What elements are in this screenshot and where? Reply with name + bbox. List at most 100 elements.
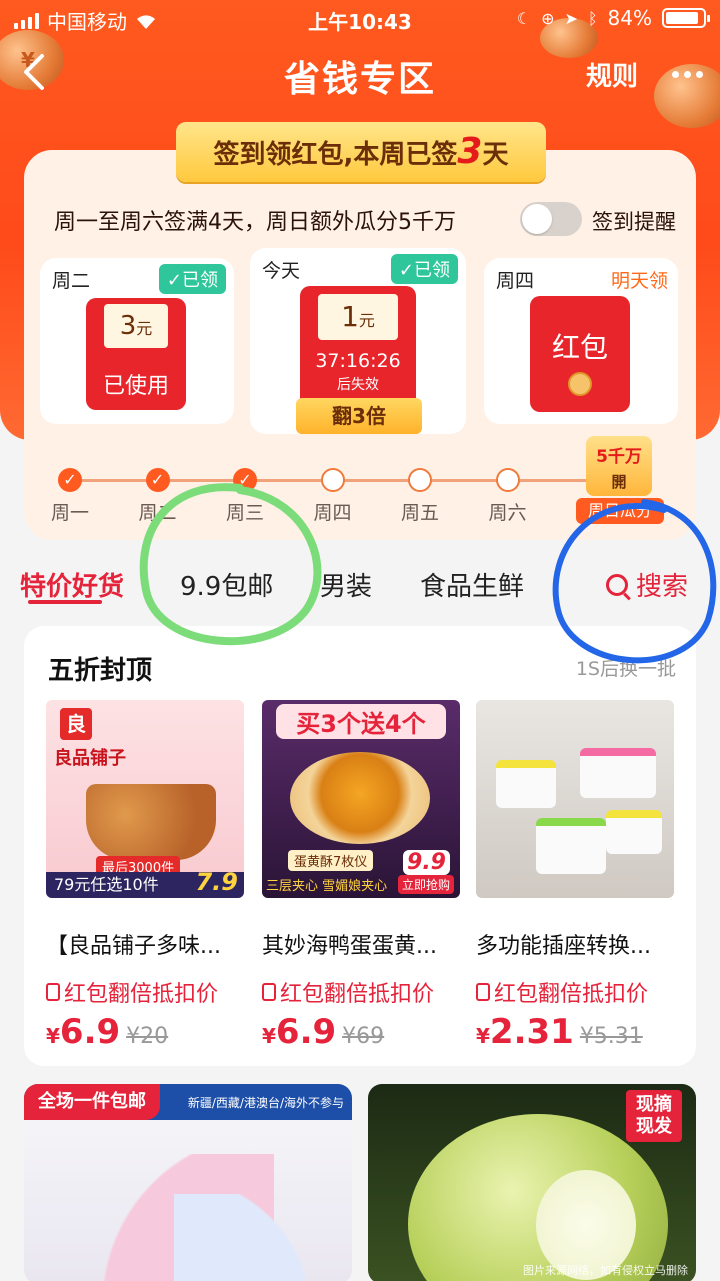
envelope-seal [568, 372, 592, 396]
triple-button[interactable]: 翻3倍 [296, 398, 422, 434]
tab-underline [28, 600, 102, 604]
promo-text: 红包翻倍抵扣价 [64, 982, 219, 1007]
amount: 3 [119, 311, 137, 341]
progress-day-label: 周六 [488, 502, 527, 524]
progress-day-label: 周三 [225, 502, 264, 524]
tab-free-shipping[interactable]: 9.9包邮 [180, 566, 273, 603]
tab-fresh-food[interactable]: 食品生鲜 [420, 566, 524, 603]
day-label: 今天 [262, 260, 301, 282]
price-line: ¥6.9 ¥20 [46, 1012, 244, 1052]
day-label: 周二 [52, 270, 91, 292]
search-button[interactable]: 搜索 [598, 566, 689, 603]
product-image [476, 700, 674, 898]
rotation-lock-icon: ⊕ [541, 8, 555, 28]
claimed-badge: ✓已领 [390, 254, 458, 284]
category-tabs: 特价好货 9.9包邮 男装 食品生鲜 搜索 [0, 548, 720, 618]
progress-day-label: 周五 [400, 502, 439, 524]
products-panel: 五折封顶 1S后换一批 良 良品铺子 最后3000件 79元任选10件 7.9 … [24, 626, 696, 1066]
img-headline: 买3个送4个 [276, 704, 446, 739]
product-price: 6.9 [59, 1012, 121, 1052]
tab-menswear[interactable]: 男装 [320, 566, 372, 603]
day-card-tuesday[interactable]: 周二 ✓已领 3元 已使用 [40, 258, 234, 424]
signin-banner: 签到领红包,本周已签3天 [160, 122, 562, 182]
signin-rule-text: 周一至周六签满4天，周日额外瓜分5千万 [54, 210, 456, 235]
countdown-suffix: 后失效 [337, 377, 379, 393]
search-label: 搜索 [636, 572, 689, 602]
banner-note: 新疆/西藏/港澳台/海外不参与 [187, 1096, 344, 1110]
reminder-toggle[interactable] [520, 202, 582, 236]
promo-text: 红包翻倍抵扣价 [494, 982, 649, 1007]
rules-link[interactable]: 规则 [586, 56, 638, 93]
offer-text: 79元任选10件 [54, 875, 159, 894]
refresh-hint[interactable]: 1S后换一批 [576, 654, 676, 681]
bonus-label: 周日瓜分 [576, 498, 664, 524]
coupon-icon [262, 983, 276, 1001]
promo-banner-pear[interactable]: 现摘现发 图片来源网络，如有侵权立马删除 [368, 1084, 696, 1281]
product-card[interactable]: 买3个送4个 蛋黄酥7枚仪 三层夹心 雪媚娘夹心 9.9 立即抢购 其妙海鸭蛋蛋… [262, 700, 460, 1052]
battery-icon [662, 8, 710, 28]
snack-bowl [86, 784, 216, 860]
banner-suffix: 天 [482, 140, 509, 170]
original-price: ¥69 [342, 1024, 385, 1049]
original-price: ¥20 [126, 1024, 169, 1049]
coupon-icon [476, 983, 490, 1001]
product-name: 其妙海鸭蛋蛋黄... [262, 934, 437, 959]
fan-graphic [174, 1194, 352, 1281]
img-price: 7.9 [195, 868, 238, 896]
promo-line: 红包翻倍抵扣价 [46, 976, 244, 1008]
brand-logo: 良 [60, 708, 92, 740]
tomorrow-label: 明天领 [610, 270, 668, 292]
progress-day-label: 周四 [313, 502, 352, 524]
amount-unit: 元 [358, 311, 375, 330]
banner-tag: 现摘现发 [626, 1090, 682, 1142]
search-icon [606, 573, 628, 596]
product-card[interactable]: 多功能插座转换... 红包翻倍抵扣价 ¥2.31 ¥5.31 [476, 700, 674, 1052]
product-price: 2.31 [489, 1012, 574, 1052]
promo-line: 红包翻倍抵扣价 [262, 976, 460, 1008]
socket-adapter [536, 818, 606, 874]
currency: ¥ [46, 1024, 60, 1048]
progress-dot: ✓ [233, 468, 257, 492]
brand-name: 良品铺子 [54, 748, 126, 769]
envelope-label: 红包 [551, 331, 608, 364]
progress-dot [495, 468, 520, 492]
socket-adapter [496, 760, 556, 808]
product-card[interactable]: 良 良品铺子 最后3000件 79元任选10件 7.9 【良品铺子多味... 红… [46, 700, 244, 1052]
moon-icon: ☾ [516, 8, 532, 28]
socket-adapter [606, 810, 662, 854]
currency: ¥ [476, 1024, 490, 1048]
more-icon[interactable] [664, 62, 710, 86]
red-envelope: 1元 37:16:26 后失效 [300, 286, 416, 416]
bluetooth-icon: ᛒ [587, 8, 598, 28]
mooncake [290, 752, 430, 844]
coupon-icon [46, 983, 60, 1001]
product-image: 良 良品铺子 最后3000件 79元任选10件 7.9 [46, 700, 244, 898]
product-image: 买3个送4个 蛋黄酥7枚仪 三层夹心 雪媚娘夹心 9.9 立即抢购 [262, 700, 460, 898]
battery-percent: 84% [607, 6, 652, 30]
price-line: ¥6.9 ¥69 [262, 1012, 460, 1052]
reminder-label: 签到提醒 [592, 210, 676, 234]
product-name: 【良品铺子多味... [46, 934, 221, 959]
claimed-badge: ✓已领 [158, 264, 226, 294]
promo-line: 红包翻倍抵扣价 [476, 976, 674, 1008]
bonus-amount: 5千万 [596, 447, 642, 467]
bonus-chest[interactable]: 5千万 開 [586, 436, 652, 496]
price-line: ¥2.31 ¥5.31 [476, 1012, 674, 1052]
used-label: 已使用 [102, 374, 169, 399]
bonus-open: 開 [611, 473, 627, 491]
progress-day-label: 周二 [138, 502, 177, 524]
banner-days: 3 [457, 131, 483, 172]
countdown: 37:16:26 [315, 350, 401, 372]
tab-featured[interactable]: 特价好货 [20, 566, 124, 603]
banner-tag: 全场一件包邮 [24, 1084, 160, 1120]
red-envelope: 红包 [530, 296, 630, 412]
red-envelope: 3元 已使用 [86, 298, 186, 410]
day-card-thursday[interactable]: 周四 明天领 红包 [484, 258, 678, 424]
section-title: 五折封顶 [48, 656, 153, 686]
location-icon: ➤ [564, 8, 578, 28]
img-sub: 蛋黄酥7枚仪 [288, 850, 374, 871]
progress-day-label: 周一 [50, 502, 89, 524]
promo-text: 红包翻倍抵扣价 [280, 982, 435, 1007]
original-price: ¥5.31 [579, 1024, 643, 1049]
promo-banner-fans[interactable]: 全场一件包邮 新疆/西藏/港澳台/海外不参与 [24, 1084, 352, 1281]
